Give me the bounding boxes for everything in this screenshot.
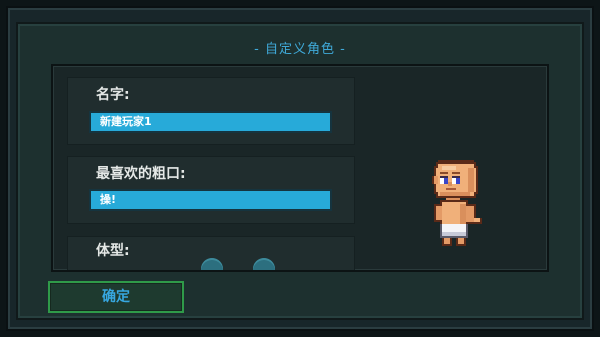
dialog-title: - 自定义角色 - xyxy=(254,42,346,57)
swear-input[interactable]: 操! xyxy=(89,189,332,211)
character-preview xyxy=(432,160,482,246)
name-field-card: 名字: 新建玩家1 xyxy=(67,77,355,145)
name-input[interactable]: 新建玩家1 xyxy=(89,111,332,133)
confirm-button[interactable]: 确定 xyxy=(48,281,184,313)
swear-label: 最喜欢的粗口: xyxy=(96,166,186,182)
body-type-label: 体型: xyxy=(96,243,130,259)
name-label: 名字: xyxy=(96,87,130,103)
swear-field-card: 最喜欢的粗口: 操! xyxy=(67,156,355,224)
game-screen: - 自定义角色 - 名字: 新建玩家1 最喜欢的粗口: 操! 体型: 确定 xyxy=(0,0,600,337)
